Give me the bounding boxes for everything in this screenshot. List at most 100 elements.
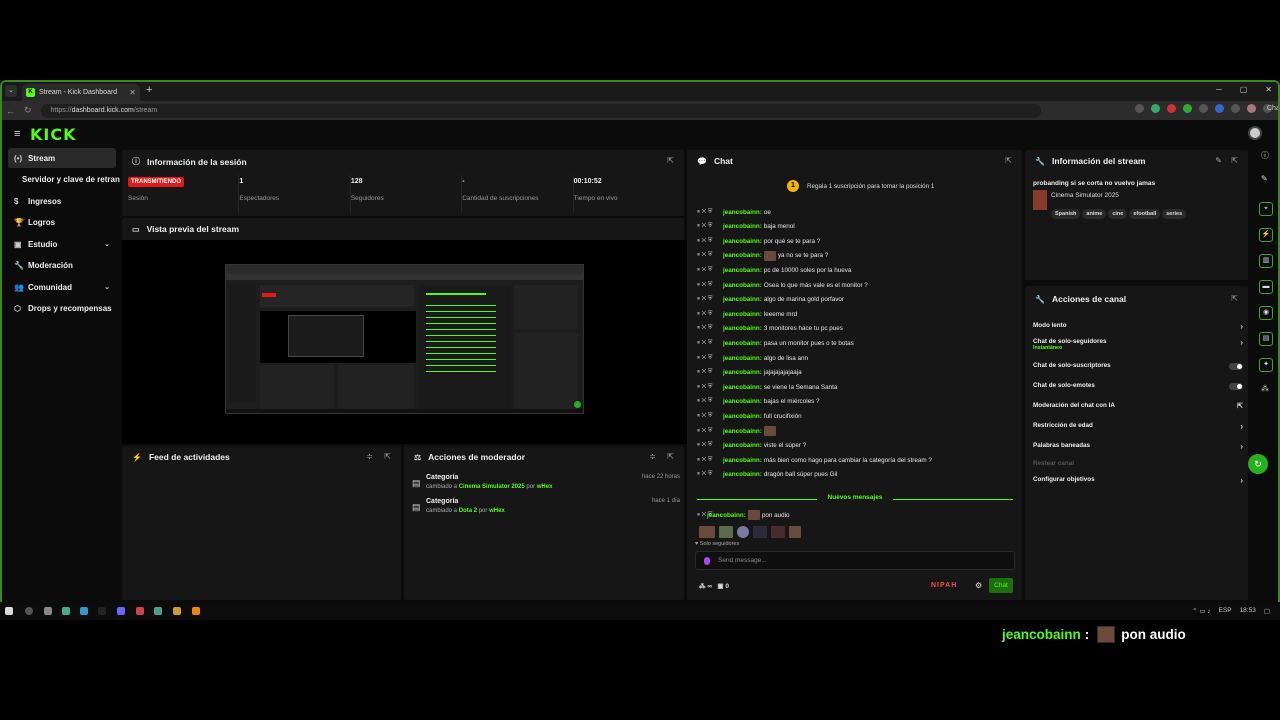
mod-tools-icon[interactable]: ⏸ ✕ ⛨ [697, 267, 719, 274]
emote-icon[interactable] [789, 526, 801, 538]
close-window-icon[interactable]: ✕ [1265, 85, 1272, 94]
bolt-icon[interactable]: ⚡ [1259, 228, 1273, 242]
app-icon[interactable] [136, 607, 144, 615]
extension-icon[interactable] [1135, 104, 1144, 113]
action-banned-words[interactable]: Palabras baneadas › [1033, 442, 1243, 456]
filter-icon[interactable]: ≑ [649, 452, 656, 461]
help-fab-icon[interactable]: ↻ [1248, 454, 1268, 474]
wrench-icon[interactable]: ✦ [1259, 358, 1273, 372]
menu-icon[interactable]: ≡ [14, 128, 20, 140]
chat-message[interactable]: ⏸ ✕ ⛨ jeancobainn: full crucifixión [697, 410, 802, 422]
browser-chat-button[interactable]: Chat [1263, 104, 1278, 113]
extension-icon[interactable] [1167, 104, 1176, 113]
chat-message[interactable]: ⏸ ✕ ⛨ jeancobainn: oe [697, 206, 771, 218]
chat-username[interactable]: jeancobainn: [723, 296, 762, 303]
tag[interactable]: cine [1108, 209, 1128, 219]
tag[interactable]: series [1162, 209, 1187, 219]
back-icon[interactable]: ← [6, 106, 15, 116]
chat-message[interactable]: ⏸ ✕ ⛨ jeancobainn: por qué se te para ? [697, 235, 820, 247]
chat-username[interactable]: jeancobainn: [723, 428, 762, 435]
mod-tools-icon[interactable]: ⏸ ✕ ⛨ [697, 471, 719, 478]
chat-username[interactable]: jeancobainn: [723, 471, 762, 478]
reload-icon[interactable]: ↻ [24, 105, 32, 116]
sidebar-item-achievements[interactable]: 🏆 Logros [8, 212, 116, 232]
popout-icon[interactable]: ⇱ [1231, 294, 1238, 303]
action-followers-only[interactable]: Chat de solo-seguidores Instantáneo › [1033, 338, 1243, 352]
chat-username[interactable]: jeancobainn: [723, 223, 762, 230]
tray-icons[interactable]: ⌃ ▭ ♪ [1192, 607, 1210, 615]
chat-username[interactable]: jeancobainn: [723, 355, 762, 362]
chat-message[interactable]: ⏸ ✕ ⛨ jeancobainn: jajajajajajaaja [697, 367, 802, 379]
scan-icon[interactable]: ⌖ [1259, 202, 1273, 216]
browser-tab[interactable]: K Stream - Kick Dashboard ✕ [22, 84, 140, 101]
popout-icon[interactable]: ⇱ [1005, 156, 1012, 165]
action-subscribers-only[interactable]: Chat de solo-suscriptores [1033, 362, 1243, 376]
action-ai-moderation[interactable]: Moderación del chat con IA ⇱ [1033, 402, 1243, 416]
clock[interactable]: 18:53 [1240, 607, 1256, 615]
action-emotes-only[interactable]: Chat de solo-emotes [1033, 382, 1243, 396]
app-icon[interactable] [80, 607, 88, 615]
chat-message[interactable]: ⏸ ✕ ⛨ jeancobainn: ya no se te para ? [697, 250, 828, 262]
extension-icon[interactable] [1231, 104, 1240, 113]
mod-tools-icon[interactable]: ⏸ ✕ ⛨ [697, 398, 719, 405]
new-tab-icon[interactable]: + [146, 84, 152, 96]
tag[interactable]: efootball [1129, 209, 1161, 219]
mod-tools-icon[interactable]: ⏸ ✕ ⛨ [697, 355, 719, 362]
tab-search-icon[interactable]: ⌄ [5, 85, 17, 97]
mod-tools-icon[interactable]: ⏸ ✕ ⛨ [697, 428, 719, 435]
emote-icon[interactable] [753, 526, 767, 538]
mod-tools-icon[interactable]: ⏸ ✕ ⛨ [697, 384, 719, 391]
chat-username[interactable]: jeancobainn: [723, 340, 762, 347]
stream-preview[interactable] [122, 240, 687, 444]
mod-tools-icon[interactable]: ⏸ ✕ ⛨ [697, 223, 719, 230]
mod-tools-icon[interactable]: ⏸ ✕ ⛨ [697, 252, 719, 259]
url-field[interactable]: https://dashboard.kick.com/stream [40, 103, 1041, 118]
chat-username[interactable]: jeancobainn: [723, 311, 762, 318]
chat-username[interactable]: jeancobainn: [723, 369, 762, 376]
edit-icon[interactable]: ✎ [1215, 156, 1222, 165]
folder-icon[interactable] [173, 607, 181, 615]
chat-icon[interactable]: ▬ [1259, 280, 1273, 294]
chat-username[interactable]: jeancobainn: [723, 209, 762, 216]
sidebar-item-studio[interactable]: ▣ Estudio ⌄ [8, 234, 116, 254]
chat-message[interactable]: ⏸ ✕ ⛨ jeancobainn: bajas el miércoles ? [697, 396, 820, 408]
broadcast-icon[interactable]: ◉ [1259, 306, 1273, 320]
profile-avatar-icon[interactable] [1247, 104, 1256, 113]
pinned-gift-banner[interactable]: 1 Regala 1 suscripción para tomar la posi… [787, 180, 934, 192]
emotes-only-toggle[interactable] [1229, 383, 1243, 390]
action-slow-mode[interactable]: Modo lento › [1033, 322, 1243, 336]
mic-icon[interactable] [704, 557, 710, 565]
chat-message[interactable]: ⏸ ✕ ⛨ jeancobainn: leeeme mrd [697, 308, 797, 320]
mod-tools-icon[interactable]: ⏸ ✕ ⛨ [697, 311, 719, 318]
new-messages-divider[interactable]: Nuevos mensajes [697, 494, 1013, 504]
browser-taskbar-icon[interactable] [154, 607, 162, 615]
mod-tools-icon[interactable]: ⏸ ✕ ⛨ [697, 369, 719, 376]
chat-username[interactable]: jeancobainn: [723, 267, 762, 274]
notification-icon[interactable]: ▢ [1264, 607, 1270, 615]
vlc-icon[interactable] [192, 607, 200, 615]
chat-username[interactable]: jeancobainn: [723, 282, 762, 289]
calendar-icon[interactable]: ▤ [1259, 332, 1273, 346]
action-configure-goals[interactable]: Configurar objetivos › [1033, 476, 1243, 490]
mod-tools-icon[interactable]: ⏸ ✕ ⛨ [697, 340, 719, 347]
app-icon[interactable] [44, 607, 52, 615]
maximize-icon[interactable]: ▢ [1240, 85, 1248, 94]
chat-message[interactable]: ⏸ ✕ ⛨ jeancobainn: pon audio [697, 509, 790, 521]
send-chat-button[interactable]: Chat [989, 578, 1013, 593]
popout-icon[interactable]: ⇱ [1231, 156, 1238, 165]
chat-username[interactable]: jeancobainn: [723, 413, 762, 420]
info-icon[interactable]: ⓘ [1261, 150, 1269, 161]
chat-username[interactable]: jeancobainn: [723, 325, 762, 332]
emote-icon[interactable] [771, 526, 785, 538]
chat-message[interactable]: ⏸ ✕ ⛨ jeancobainn: Osea lo que más vale es… [697, 279, 868, 291]
mod-tools-icon[interactable]: ⏸ ✕ ⛨ [697, 209, 719, 216]
tag[interactable]: Spanish [1051, 209, 1081, 219]
chat-username[interactable]: jeancobainn: [723, 252, 762, 259]
language-indicator[interactable]: ESP [1219, 607, 1232, 615]
chat-message[interactable]: ⏸ ✕ ⛨ jeancobainn: se viene la Semana Sant… [697, 381, 837, 393]
search-icon[interactable] [25, 607, 33, 615]
chat-message[interactable]: ⏸ ✕ ⛨ jeancobainn: más bien como hago para… [697, 454, 932, 466]
chat-username[interactable]: jeancobainn: [723, 384, 762, 391]
mod-tools-icon[interactable]: ⏸ ✕ ⛨ [697, 325, 719, 332]
mod-tools-icon[interactable]: ⏸ ✕ ⛨ [697, 296, 719, 303]
